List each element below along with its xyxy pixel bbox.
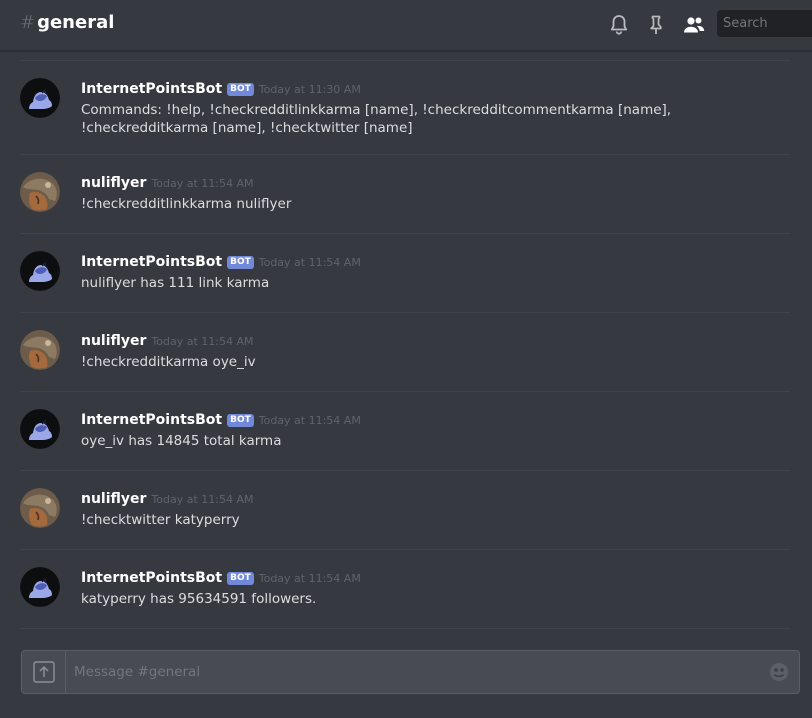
username[interactable]: nuliflyer: [81, 175, 146, 191]
timestamp: Today at 11:54 AM: [151, 335, 254, 348]
divider: [20, 233, 790, 234]
username[interactable]: InternetPointsBot: [81, 81, 222, 97]
channel-header: # general Search: [0, 0, 812, 51]
message-composer: [21, 650, 800, 694]
bot-badge: BOT: [227, 414, 254, 427]
bot-avatar[interactable]: [20, 567, 60, 607]
bot-avatar[interactable]: [20, 78, 60, 118]
search-placeholder: Search: [723, 16, 768, 31]
message-text: !checktwitter katyperry: [81, 512, 240, 528]
upload-icon[interactable]: [22, 651, 66, 693]
timestamp: Today at 11:54 AM: [258, 572, 361, 585]
bot-avatar[interactable]: [20, 251, 60, 291]
divider: [20, 312, 790, 313]
message-text: !checkredditkarma oye_iv: [81, 354, 256, 370]
channel-title: # general: [20, 11, 114, 35]
message-meta: InternetPointsBot BOT Today at 11:30 AM: [81, 79, 361, 99]
message-text: !checkredditlinkkarma nuliflyer: [81, 196, 292, 212]
message-meta: InternetPointsBot BOT Today at 11:54 AM: [81, 252, 361, 272]
user-avatar[interactable]: [20, 330, 60, 370]
bot-badge: BOT: [227, 256, 254, 269]
bot-badge: BOT: [227, 572, 254, 585]
message-text: Commands: !help, !checkredditlinkkarma […: [81, 102, 672, 136]
timestamp: Today at 11:54 AM: [258, 414, 361, 427]
username[interactable]: InternetPointsBot: [81, 254, 222, 270]
divider: [20, 549, 790, 550]
channel-hash-icon: #: [20, 12, 36, 33]
pin-icon[interactable]: [644, 13, 668, 37]
username[interactable]: InternetPointsBot: [81, 570, 222, 586]
message-meta: nuliflyer Today at 11:54 AM: [81, 489, 254, 509]
user-avatar[interactable]: [20, 172, 60, 212]
divider: [20, 60, 790, 61]
username[interactable]: nuliflyer: [81, 333, 146, 349]
bot-avatar[interactable]: [20, 409, 60, 449]
members-icon[interactable]: [682, 13, 706, 37]
message-input[interactable]: [74, 651, 754, 693]
message-meta: InternetPointsBot BOT Today at 11:54 AM: [81, 568, 361, 588]
username[interactable]: nuliflyer: [81, 491, 146, 507]
username[interactable]: InternetPointsBot: [81, 412, 222, 428]
timestamp: Today at 11:30 AM: [258, 83, 361, 96]
message-text: oye_iv has 14845 total karma: [81, 433, 282, 449]
search-input[interactable]: Search: [717, 10, 812, 37]
divider: [20, 628, 790, 629]
emoji-icon[interactable]: [768, 661, 790, 683]
message-meta: nuliflyer Today at 11:54 AM: [81, 331, 254, 351]
message-text: katyperry has 95634591 followers.: [81, 591, 317, 607]
bot-badge: BOT: [227, 83, 254, 96]
timestamp: Today at 11:54 AM: [151, 177, 254, 190]
divider: [20, 154, 790, 155]
message-meta: InternetPointsBot BOT Today at 11:54 AM: [81, 410, 361, 430]
user-avatar[interactable]: [20, 488, 60, 528]
message-meta: nuliflyer Today at 11:54 AM: [81, 173, 254, 193]
timestamp: Today at 11:54 AM: [151, 493, 254, 506]
message-text: nuliflyer has 111 link karma: [81, 275, 270, 291]
timestamp: Today at 11:54 AM: [258, 256, 361, 269]
divider: [20, 470, 790, 471]
divider: [20, 391, 790, 392]
bell-icon[interactable]: [607, 13, 631, 37]
channel-name: general: [37, 12, 115, 33]
